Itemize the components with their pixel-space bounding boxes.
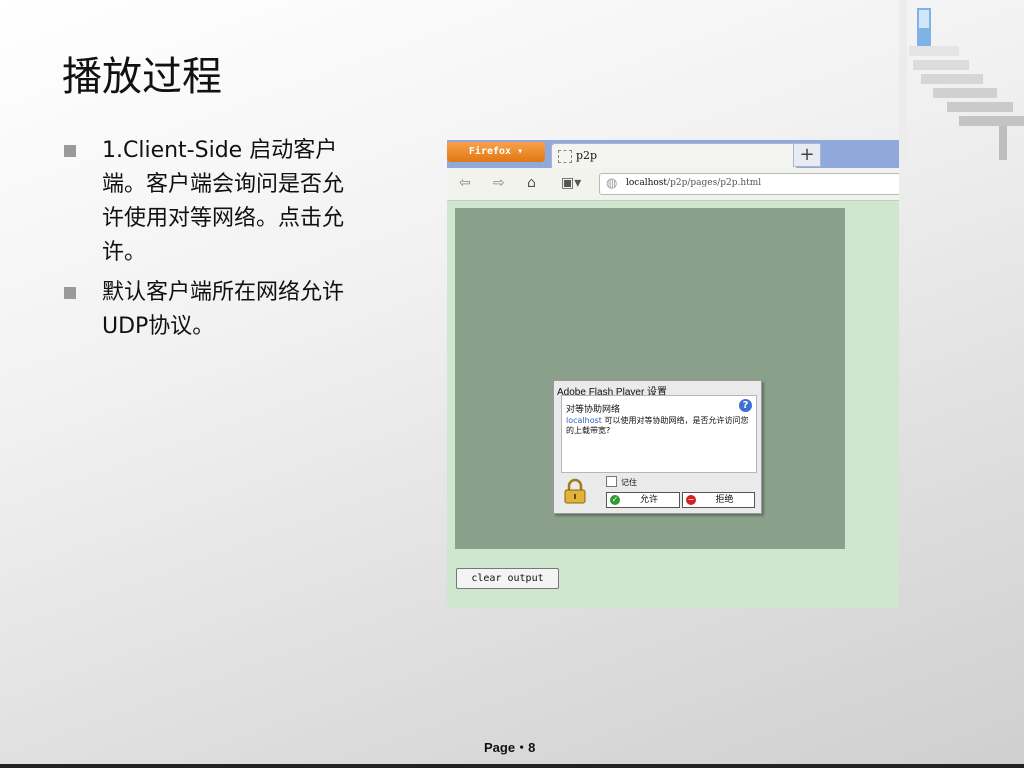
tab-p2p[interactable]: p2p — [551, 143, 797, 169]
tab-title: p2p — [576, 149, 598, 162]
browser-screenshot: Firefox ▾ p2p + ⇦ ⇨ ⌂ ▣▾ ◍ localhost/p2p… — [447, 140, 899, 608]
square-bullet-icon — [64, 145, 76, 157]
remember-checkbox[interactable]: 记住 — [606, 476, 637, 488]
help-icon[interactable]: ? — [739, 399, 752, 412]
clear-output-button[interactable]: clear output — [456, 568, 559, 589]
bullet-item: 默认客户端所在网络允许UDP协议。 — [64, 276, 364, 344]
home-icon[interactable]: ⌂ — [527, 175, 536, 191]
navigation-bar: ⇦ ⇨ ⌂ ▣▾ ◍ localhost/p2p/pages/p2p.html — [447, 168, 899, 201]
dialog-heading: 对等协助网络 — [566, 405, 621, 415]
new-tab-button[interactable]: + — [793, 143, 821, 167]
remember-label: 记住 — [621, 478, 637, 487]
bullet-text: 默认客户端所在网络允许UDP协议。 — [102, 280, 345, 339]
allow-label: 允许 — [639, 495, 658, 505]
deny-label: 拒绝 — [715, 495, 734, 505]
page-icon — [558, 150, 572, 163]
message-host: localhost — [566, 416, 602, 425]
flash-content-area: Adobe Flash Player 设置 对等协助网络 ? localhost… — [455, 208, 845, 549]
firefox-menu-button[interactable]: Firefox ▾ — [447, 142, 545, 162]
staircase-decoration — [899, 0, 1024, 160]
slide-title: 播放过程 — [62, 54, 222, 100]
url-text: localhost/p2p/pages/p2p.html — [626, 178, 761, 188]
forward-arrow-icon[interactable]: ⇨ — [493, 175, 505, 191]
flash-settings-dialog: Adobe Flash Player 设置 对等协助网络 ? localhost… — [553, 380, 762, 514]
tab-bar: Firefox ▾ p2p + — [447, 140, 899, 169]
checkbox-box[interactable] — [606, 476, 617, 487]
back-arrow-icon[interactable]: ⇦ — [459, 175, 471, 191]
bullet-text: 1.Client-Side 启动客户端。客户端会询问是否允许使用对等网络。点击允… — [102, 138, 345, 265]
allow-button[interactable]: ✓ 允许 — [606, 492, 680, 508]
deny-button[interactable]: − 拒绝 — [682, 492, 755, 508]
square-bullet-icon — [64, 287, 76, 299]
bullet-item: 1.Client-Side 启动客户端。客户端会询问是否允许使用对等网络。点击允… — [64, 134, 364, 270]
dialog-message-box: 对等协助网络 ? localhost 可以使用对等协助网络，是否允许访问您的上载… — [561, 395, 757, 473]
dialog-message: localhost 可以使用对等协助网络，是否允许访问您的上载带宽? — [566, 416, 750, 436]
bullet-list: 1.Client-Side 启动客户端。客户端会询问是否允许使用对等网络。点击允… — [64, 134, 364, 350]
url-bar[interactable]: ◍ localhost/p2p/pages/p2p.html — [599, 173, 899, 195]
bottom-rule — [0, 764, 1024, 768]
lock-icon — [564, 478, 586, 504]
url-path: /p2p/pages/p2p.html — [667, 178, 762, 188]
page-number: Page・8 — [484, 740, 536, 755]
globe-icon: ◍ — [606, 176, 618, 191]
bookmark-icon[interactable]: ▣▾ — [561, 175, 581, 191]
url-host: localhost — [626, 178, 668, 188]
